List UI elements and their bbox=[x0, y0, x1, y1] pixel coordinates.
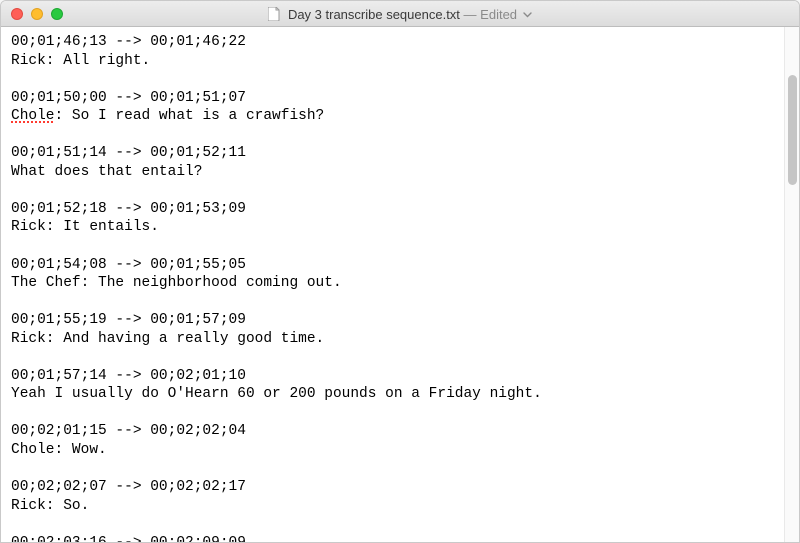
title-filename: Day 3 transcribe sequence.txt bbox=[288, 7, 460, 22]
blank-line bbox=[11, 181, 774, 200]
blank-line bbox=[11, 348, 774, 367]
timecode-line: 00;02;03;16 --> 00;02;09;09 bbox=[11, 534, 774, 542]
spell-error: Chole bbox=[11, 108, 55, 124]
transcript-line: Chole: So I read what is a crawfish? bbox=[11, 107, 774, 126]
scrollbar-track[interactable] bbox=[784, 27, 799, 542]
title-status-text: Edited bbox=[480, 7, 517, 22]
timecode-line: 00;01;55;19 --> 00;01;57;09 bbox=[11, 311, 774, 330]
document-icon bbox=[268, 7, 280, 21]
timecode-line: 00;02;01;15 --> 00;02;02;04 bbox=[11, 422, 774, 441]
transcript-line: The Chef: The neighborhood coming out. bbox=[11, 274, 774, 293]
close-icon[interactable] bbox=[11, 8, 23, 20]
transcript-line: Chole: Wow. bbox=[11, 441, 774, 460]
title-status: — Edited bbox=[464, 7, 518, 22]
minimize-icon[interactable] bbox=[31, 8, 43, 20]
transcript-line: Rick: And having a really good time. bbox=[11, 330, 774, 349]
content-wrap: 00;01;46;13 --> 00;01;46;22Rick: All rig… bbox=[1, 27, 799, 542]
timecode-line: 00;01;46;13 --> 00;01;46;22 bbox=[11, 33, 774, 52]
blank-line bbox=[11, 293, 774, 312]
blank-line bbox=[11, 237, 774, 256]
maximize-icon[interactable] bbox=[51, 8, 63, 20]
blank-line bbox=[11, 515, 774, 534]
blank-line bbox=[11, 404, 774, 423]
window: Day 3 transcribe sequence.txt — Edited 0… bbox=[0, 0, 800, 543]
timecode-line: 00;01;50;00 --> 00;01;51;07 bbox=[11, 89, 774, 108]
scrollbar-thumb[interactable] bbox=[788, 75, 797, 185]
blank-line bbox=[11, 70, 774, 89]
transcript-line: What does that entail? bbox=[11, 163, 774, 182]
blank-line bbox=[11, 460, 774, 479]
chevron-down-icon[interactable] bbox=[523, 6, 532, 21]
timecode-line: 00;01;57;14 --> 00;02;01;10 bbox=[11, 367, 774, 386]
transcript-line: Rick: All right. bbox=[11, 52, 774, 71]
timecode-line: 00;01;52;18 --> 00;01;53;09 bbox=[11, 200, 774, 219]
timecode-line: 00;02;02;07 --> 00;02;02;17 bbox=[11, 478, 774, 497]
transcript-line: Rick: It entails. bbox=[11, 218, 774, 237]
timecode-line: 00;01;51;14 --> 00;01;52;11 bbox=[11, 144, 774, 163]
window-title: Day 3 transcribe sequence.txt — Edited bbox=[1, 6, 799, 22]
transcript-line: Yeah I usually do O'Hearn 60 or 200 poun… bbox=[11, 385, 774, 404]
text-content[interactable]: 00;01;46;13 --> 00;01;46;22Rick: All rig… bbox=[1, 27, 784, 542]
timecode-line: 00;01;54;08 --> 00;01;55;05 bbox=[11, 256, 774, 275]
traffic-lights bbox=[11, 8, 63, 20]
blank-line bbox=[11, 126, 774, 145]
titlebar[interactable]: Day 3 transcribe sequence.txt — Edited bbox=[1, 1, 799, 27]
transcript-line: Rick: So. bbox=[11, 497, 774, 516]
